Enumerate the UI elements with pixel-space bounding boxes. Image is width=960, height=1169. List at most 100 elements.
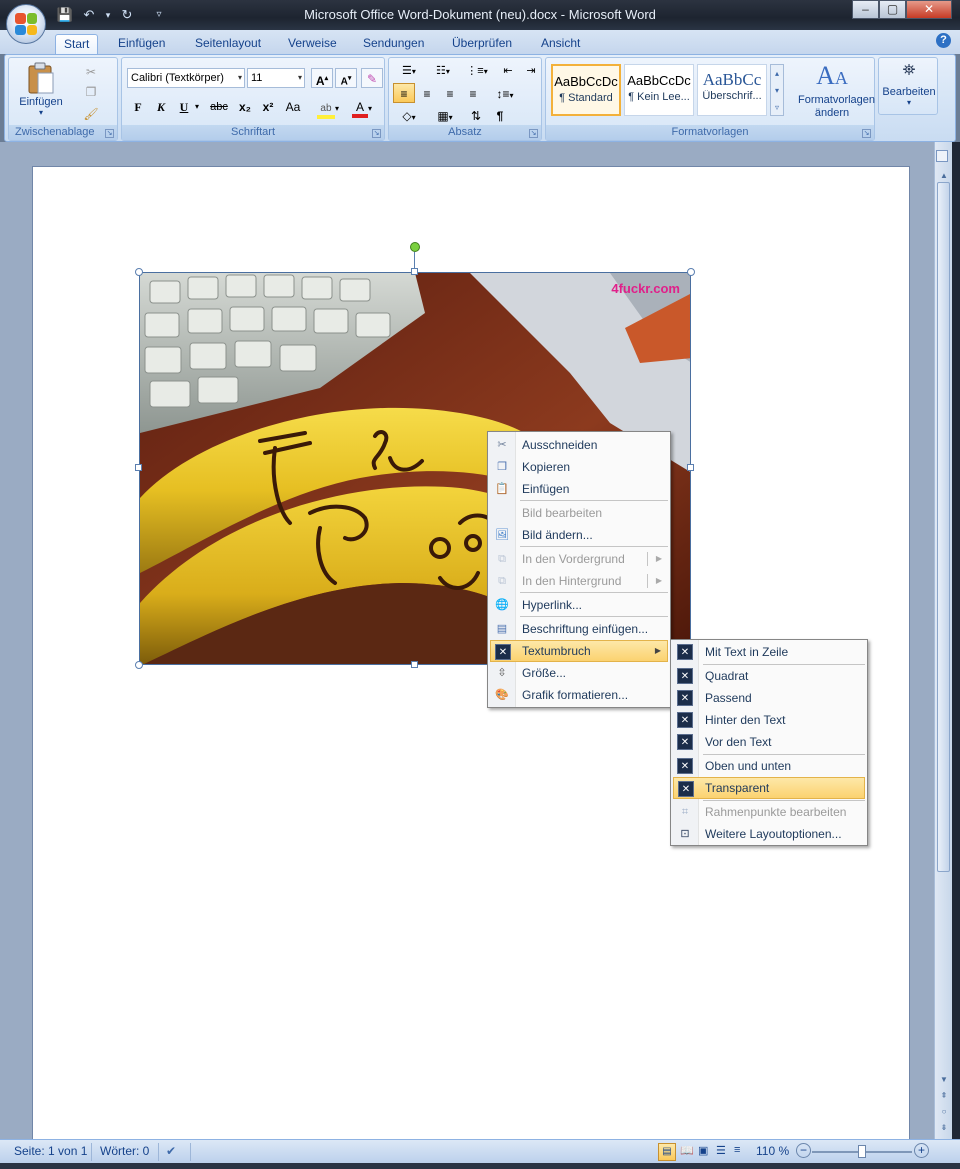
show-formatting-button[interactable]: ¶ bbox=[489, 105, 511, 125]
tab-seitenlayout[interactable]: Seitenlayout bbox=[187, 34, 269, 54]
wrap-through[interactable]: ✕ Transparent bbox=[673, 777, 865, 799]
format-painter-icon[interactable]: 🖌 bbox=[81, 104, 101, 124]
font-size-dropdown-icon[interactable]: ▾ bbox=[298, 69, 302, 87]
clipboard-launcher-icon[interactable]: ↘ bbox=[105, 129, 114, 138]
change-styles-button[interactable]: AA Formatvorlagen ändern bbox=[790, 62, 875, 120]
resize-handle-top[interactable] bbox=[411, 268, 418, 275]
decrease-indent-icon[interactable]: ⇤ bbox=[497, 60, 519, 80]
menu-item-text-wrap[interactable]: ✕ Textumbruch ▶ bbox=[490, 640, 668, 662]
status-page[interactable]: Seite: 1 von 1 bbox=[14, 1144, 87, 1158]
view-draft-icon[interactable]: ≡ bbox=[734, 1144, 740, 1156]
status-words[interactable]: Wörter: 0 bbox=[100, 1144, 149, 1158]
strikethrough-button[interactable]: abc bbox=[206, 96, 232, 116]
tab-verweise[interactable]: Verweise bbox=[280, 34, 345, 54]
proofing-icon[interactable]: ✔ bbox=[166, 1144, 176, 1158]
align-left-icon[interactable]: ≡ bbox=[393, 83, 415, 103]
minimize-button[interactable]: – bbox=[852, 0, 879, 19]
subscript-button[interactable]: x₂ bbox=[234, 96, 256, 116]
maximize-button[interactable]: ▢ bbox=[879, 0, 906, 19]
wrap-inline[interactable]: ✕ Mit Text in Zeile bbox=[673, 641, 865, 663]
styles-up-icon[interactable]: ▴ bbox=[771, 65, 783, 82]
italic-button[interactable]: K bbox=[150, 96, 172, 116]
justify-icon[interactable]: ≡ bbox=[462, 83, 484, 103]
wrap-tight[interactable]: ✕ Passend bbox=[673, 687, 865, 709]
zoom-slider-thumb[interactable] bbox=[858, 1145, 866, 1158]
style-kein-leerraum[interactable]: AaBbCcDc ¶ Kein Lee... bbox=[624, 64, 694, 116]
view-web-icon[interactable]: ▣ bbox=[698, 1144, 708, 1157]
more-layout-options[interactable]: ⊡ Weitere Layoutoptionen... bbox=[673, 823, 865, 845]
edit-wrap-points[interactable]: ⌗ Rahmenpunkte bearbeiten bbox=[673, 801, 865, 823]
tab-sendungen[interactable]: Sendungen bbox=[355, 34, 432, 54]
bullets-icon[interactable]: ☰▾ bbox=[393, 60, 425, 80]
help-icon[interactable]: ? bbox=[936, 33, 951, 48]
align-right-icon[interactable]: ≡ bbox=[439, 83, 461, 103]
highlight-color-button[interactable]: ab ▾ bbox=[312, 96, 344, 119]
align-center-icon[interactable]: ≡ bbox=[416, 83, 438, 103]
increase-indent-icon[interactable]: ⇥ bbox=[520, 60, 542, 80]
bold-button[interactable]: F bbox=[127, 96, 149, 116]
font-color-button[interactable]: A ▾ bbox=[346, 96, 378, 118]
font-size-combo[interactable]: 11 ▾ bbox=[247, 68, 305, 88]
menu-item-send-backward[interactable]: ⧉ In den Hintergrund ▶ bbox=[490, 570, 668, 592]
zoom-out-button[interactable]: − bbox=[796, 1143, 811, 1158]
tab-start[interactable]: Start bbox=[55, 34, 99, 54]
menu-item-edit-picture[interactable]: Bild bearbeiten bbox=[490, 502, 668, 524]
paragraph-launcher-icon[interactable]: ↘ bbox=[529, 129, 538, 138]
resize-handle-bottom-left[interactable] bbox=[135, 661, 143, 669]
resize-handle-bottom[interactable] bbox=[411, 661, 418, 668]
wrap-top-bottom[interactable]: ✕ Oben und unten bbox=[673, 755, 865, 777]
styles-more-icon[interactable]: ▿ bbox=[771, 99, 783, 116]
line-spacing-icon[interactable]: ↕≡▾ bbox=[489, 83, 521, 103]
tab-ueberpruefen[interactable]: Überprüfen bbox=[444, 34, 520, 54]
scroll-up-icon[interactable]: ▲ bbox=[938, 170, 950, 182]
resize-handle-top-left[interactable] bbox=[135, 268, 143, 276]
wrap-square[interactable]: ✕ Quadrat bbox=[673, 665, 865, 687]
numbering-icon[interactable]: ☷▾ bbox=[427, 60, 459, 80]
shrink-font-button[interactable]: A▾ bbox=[335, 68, 357, 88]
resize-handle-top-right[interactable] bbox=[687, 268, 695, 276]
borders-icon[interactable]: ▦▾ bbox=[429, 105, 461, 125]
menu-item-size[interactable]: ⇳ Größe... bbox=[490, 662, 668, 684]
browse-object-icon[interactable]: ○ bbox=[938, 1106, 950, 1118]
menu-item-hyperlink[interactable]: 🌐 Hyperlink... bbox=[490, 594, 668, 616]
copy-icon[interactable]: ❐ bbox=[81, 82, 101, 102]
resize-handle-left[interactable] bbox=[135, 464, 142, 471]
shading-icon[interactable]: ◇▾ bbox=[393, 105, 425, 125]
font-name-dropdown-icon[interactable]: ▾ bbox=[238, 69, 242, 87]
wrap-in-front[interactable]: ✕ Vor den Text bbox=[673, 731, 865, 753]
styles-launcher-icon[interactable]: ↘ bbox=[862, 129, 871, 138]
sort-icon[interactable]: ⇅ bbox=[465, 105, 487, 125]
ruler-toggle-icon[interactable] bbox=[936, 150, 948, 162]
menu-item-format-picture[interactable]: 🎨 Grafik formatieren... bbox=[490, 684, 668, 706]
style-ueberschrift[interactable]: AaBbCc Überschrif... bbox=[697, 64, 767, 116]
zoom-level[interactable]: 110 % bbox=[756, 1144, 789, 1158]
scroll-down-icon[interactable]: ▼ bbox=[938, 1074, 950, 1086]
menu-item-cut[interactable]: ✂ Ausschneiden bbox=[490, 434, 668, 456]
zoom-in-button[interactable]: + bbox=[914, 1143, 929, 1158]
rotation-handle[interactable] bbox=[410, 242, 420, 252]
view-outline-icon[interactable]: ☰ bbox=[716, 1144, 726, 1157]
menu-item-copy[interactable]: ❐ Kopieren bbox=[490, 456, 668, 478]
scroll-thumb[interactable] bbox=[937, 182, 950, 872]
menu-item-change-picture[interactable]: 🖼 Bild ändern... bbox=[490, 524, 668, 546]
menu-item-insert-caption[interactable]: ▤ Beschriftung einfügen... bbox=[490, 618, 668, 640]
cut-icon[interactable]: ✂ bbox=[81, 62, 101, 82]
menu-item-bring-forward[interactable]: ⧉ In den Vordergrund ▶ bbox=[490, 548, 668, 570]
grow-font-button[interactable]: A▴ bbox=[311, 68, 333, 88]
close-button[interactable]: ✕ bbox=[906, 0, 952, 19]
style-standard[interactable]: AaBbCcDc ¶ Standard bbox=[551, 64, 621, 116]
office-button[interactable] bbox=[6, 4, 46, 44]
view-print-layout-icon[interactable]: ▤ bbox=[658, 1143, 676, 1161]
font-launcher-icon[interactable]: ↘ bbox=[372, 129, 381, 138]
clear-format-icon[interactable]: ✎ bbox=[361, 68, 383, 88]
wrap-behind-text[interactable]: ✕ Hinter den Text bbox=[673, 709, 865, 731]
vertical-scrollbar[interactable]: ▲ ▼ ⇞ ○ ⇟ bbox=[934, 142, 952, 1139]
tab-einfuegen[interactable]: Einfügen bbox=[110, 34, 173, 54]
underline-dropdown-icon[interactable]: ▾ bbox=[192, 96, 202, 116]
resize-handle-right[interactable] bbox=[687, 464, 694, 471]
editing-button[interactable]: ⛯ Bearbeiten ▾ bbox=[879, 62, 939, 107]
multilevel-list-icon[interactable]: ⋮≡▾ bbox=[461, 60, 493, 80]
font-name-combo[interactable]: Calibri (Textkörper) ▾ bbox=[127, 68, 245, 88]
view-fullscreen-icon[interactable]: 📖 bbox=[680, 1144, 694, 1157]
change-case-button[interactable]: Aa bbox=[280, 96, 306, 116]
